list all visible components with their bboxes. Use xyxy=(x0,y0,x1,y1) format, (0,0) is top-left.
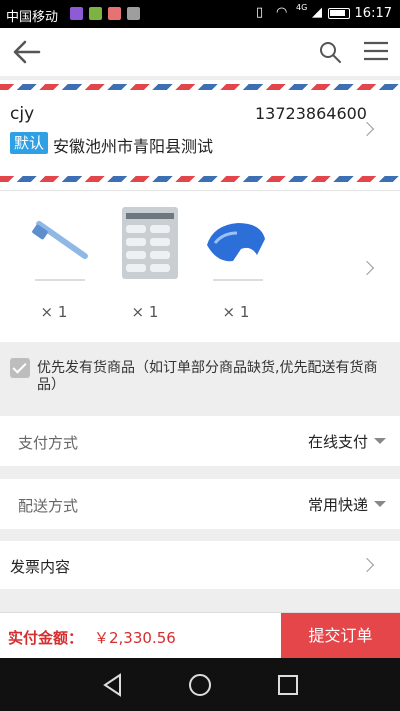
payment-method-label: 支付方式 xyxy=(18,434,79,452)
product-image-blue-clip xyxy=(207,223,265,281)
product-image-blister-pack xyxy=(122,207,178,279)
notification-icon xyxy=(89,7,102,20)
airmail-border xyxy=(0,84,400,90)
chevron-right-icon xyxy=(359,121,375,137)
notification-icon xyxy=(127,7,140,20)
vibrate-icon: ▯ xyxy=(256,5,264,20)
total-amount-label: 实付金额： xyxy=(8,629,84,647)
stock-priority-label: 优先发有货商品（如订单部分商品缺货,优先配送有货商品） xyxy=(37,360,378,393)
search-icon[interactable] xyxy=(318,40,342,64)
product-quantity: × 1 xyxy=(222,303,250,321)
product-list[interactable]: × 1 × 1 × 1 xyxy=(0,190,400,342)
product-quantity: × 1 xyxy=(131,303,159,321)
menu-icon[interactable] xyxy=(363,40,389,62)
chevron-right-icon xyxy=(359,557,375,573)
recipient-address: 安徽池州市青阳县测试 xyxy=(53,137,214,156)
invoice-row[interactable]: 发票内容 xyxy=(0,541,400,589)
payment-method-row[interactable]: 支付方式 在线支付 xyxy=(0,416,400,466)
notification-icon xyxy=(70,7,83,20)
dropdown-caret-icon xyxy=(374,438,386,444)
default-address-badge: 默认 xyxy=(10,132,49,154)
system-home-icon[interactable] xyxy=(187,672,213,698)
arrow-left-icon[interactable] xyxy=(12,38,42,66)
notification-icon xyxy=(108,7,121,20)
stock-priority-option: 优先发有货商品（如订单部分商品缺货,优先配送有货商品） xyxy=(0,344,400,398)
recipient-name: cjy xyxy=(10,104,35,124)
battery-icon xyxy=(328,8,350,19)
dropdown-caret-icon xyxy=(374,501,386,507)
payment-method-value: 在线支付 xyxy=(307,433,368,451)
wifi-icon: ◠ xyxy=(276,5,288,20)
recipient-phone: 13723864600 xyxy=(255,104,367,123)
carrier-label: 中国移动 xyxy=(6,10,59,25)
chevron-right-icon xyxy=(359,260,375,276)
network-type-label: 4G xyxy=(296,3,308,12)
shipping-address-card[interactable]: cjy 13723864600 默认 安徽池州市青阳县测试 xyxy=(0,80,400,190)
status-bar: 中国移动 ▯ ◠ 4G ◢ 16:17 xyxy=(0,0,400,28)
airmail-border xyxy=(0,176,400,182)
delivery-method-value: 常用快递 xyxy=(307,496,368,514)
invoice-label: 发票内容 xyxy=(10,558,71,576)
delivery-method-label: 配送方式 xyxy=(18,497,79,515)
product-image-toothbrush xyxy=(32,220,88,281)
top-nav-bar xyxy=(0,28,400,76)
product-quantity: × 1 xyxy=(40,303,68,321)
checkout-bar: 实付金额： ￥2,330.56 提交订单 xyxy=(0,612,400,663)
delivery-method-row[interactable]: 配送方式 常用快递 xyxy=(0,479,400,529)
total-amount-value: ￥2,330.56 xyxy=(94,629,176,647)
system-recents-icon[interactable] xyxy=(275,672,301,698)
clock: 16:17 xyxy=(354,6,392,21)
stock-priority-checkbox[interactable] xyxy=(10,358,30,378)
system-back-icon[interactable] xyxy=(100,672,126,698)
submit-order-button[interactable]: 提交订单 xyxy=(281,613,400,663)
system-navigation-bar xyxy=(0,658,400,711)
signal-icon: ◢ xyxy=(312,5,322,20)
